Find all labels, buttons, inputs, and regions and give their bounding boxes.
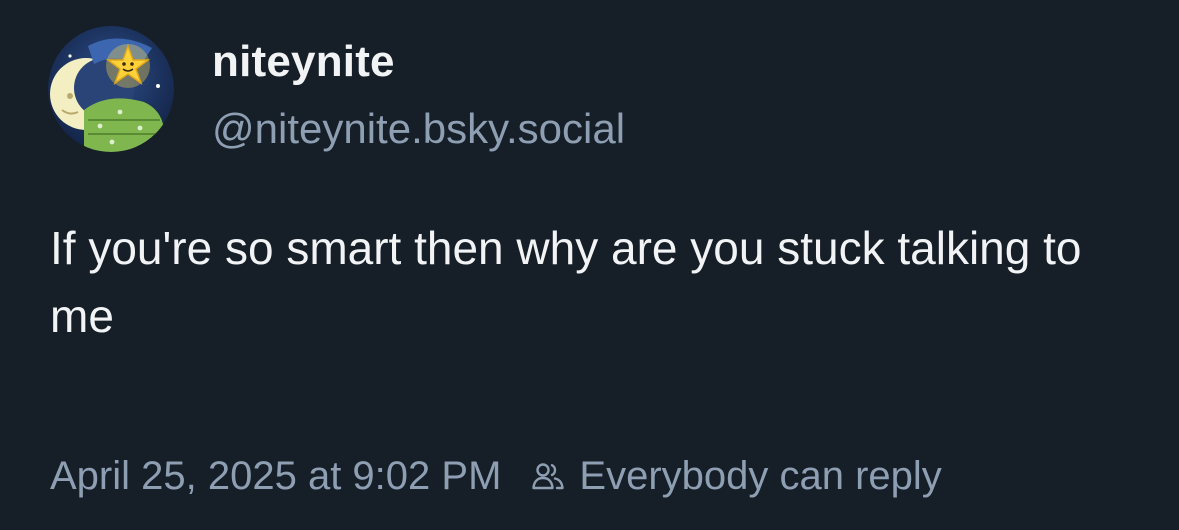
post-text: If you're so smart then why are you stuc… (50, 222, 1082, 342)
star-nightcap-avatar-icon (48, 26, 174, 152)
reply-setting-label: Everybody can reply (579, 454, 942, 498)
post-card: niteynite @niteynite.bsky.social If you'… (0, 0, 1179, 530)
post-timestamp[interactable]: April 25, 2025 at 9:02 PM (50, 450, 501, 502)
author-names: niteynite @niteynite.bsky.social (212, 26, 625, 154)
people-icon (531, 459, 565, 493)
author-handle[interactable]: @niteynite.bsky.social (212, 104, 625, 154)
avatar[interactable] (48, 26, 174, 152)
post-header: niteynite @niteynite.bsky.social (48, 26, 625, 154)
post-meta: April 25, 2025 at 9:02 PM Everybody can … (50, 450, 942, 502)
author-display-name[interactable]: niteynite (212, 36, 625, 88)
